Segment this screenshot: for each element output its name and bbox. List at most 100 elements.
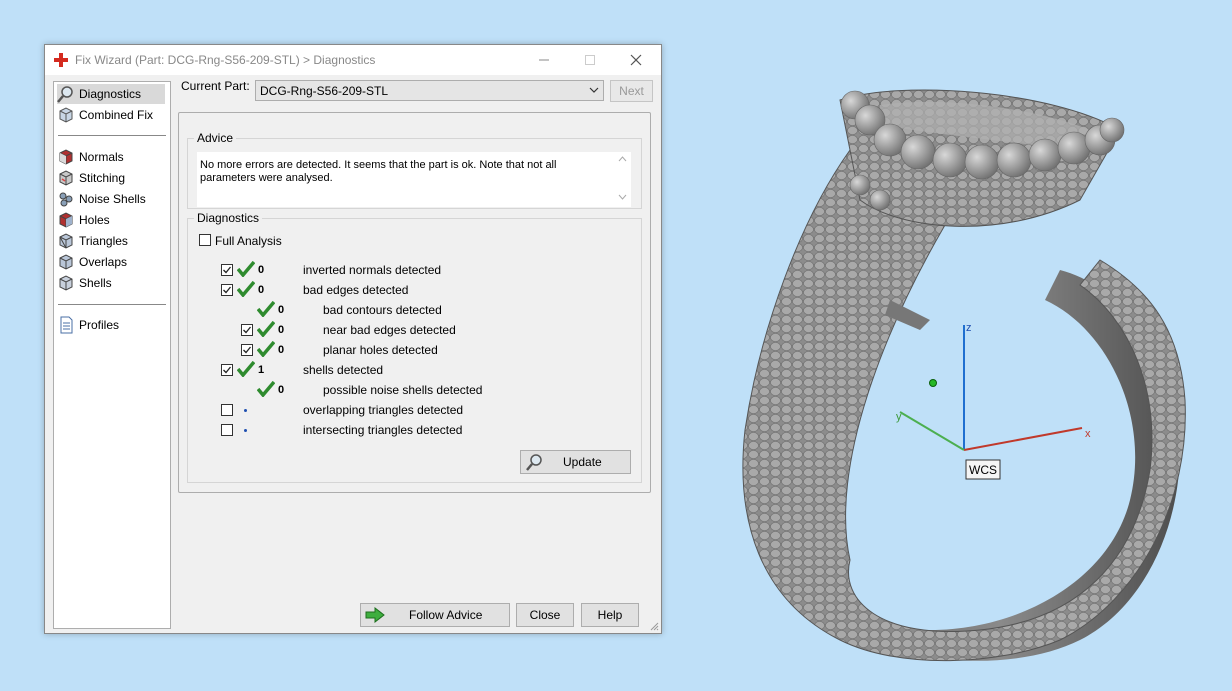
- close-window-button[interactable]: [613, 45, 659, 75]
- advice-scrollbar[interactable]: [614, 152, 631, 204]
- next-button[interactable]: Next: [610, 80, 653, 102]
- inverted-normals-checkbox[interactable]: [221, 264, 233, 276]
- maximize-button[interactable]: [567, 45, 613, 75]
- green-check-icon: [237, 261, 255, 277]
- update-label: Update: [563, 455, 602, 469]
- sidebar-item-normals[interactable]: Normals: [57, 147, 165, 167]
- wizard-sidebar: Diagnostics Combined Fix Normals Stitchi…: [53, 81, 171, 629]
- advice-group: Advice No more errors are detected. It s…: [187, 131, 642, 209]
- axis-x-label: x: [1085, 428, 1091, 440]
- sidebar-item-label: Shells: [79, 276, 112, 290]
- noise-shells-icon: [59, 192, 73, 207]
- checkmark-icon: [223, 286, 232, 294]
- shells-checkbox[interactable]: [221, 364, 233, 376]
- triangles-cube-icon: [59, 233, 73, 249]
- diag-label: planar holes detected: [323, 343, 438, 357]
- sidebar-item-label: Overlaps: [79, 255, 128, 269]
- sidebar-item-diagnostics[interactable]: Diagnostics: [57, 84, 165, 104]
- sidebar-item-shells[interactable]: Shells: [57, 273, 165, 293]
- minimize-icon: [539, 59, 549, 61]
- diag-label: bad contours detected: [323, 303, 442, 317]
- sidebar-item-holes[interactable]: Holes: [57, 210, 165, 230]
- green-arrow-icon: [365, 607, 385, 623]
- sidebar-item-noise-shells[interactable]: Noise Shells: [57, 189, 165, 209]
- current-part-select[interactable]: DCG-Rng-S56-209-STL: [255, 80, 604, 101]
- follow-advice-button[interactable]: Follow Advice: [360, 603, 510, 627]
- magnifier-icon: [526, 454, 542, 471]
- dialog-title: Fix Wizard (Part: DCG-Rng-S56-209-STL) >…: [75, 53, 376, 67]
- origin-marker: [929, 379, 937, 387]
- sidebar-item-label: Diagnostics: [79, 87, 142, 101]
- checkmark-icon: [243, 346, 252, 354]
- full-analysis-label: Full Analysis: [215, 234, 282, 248]
- checkmark-icon: [223, 366, 232, 374]
- bad-edges-checkbox[interactable]: [221, 284, 233, 296]
- sidebar-item-label: Normals: [79, 150, 124, 164]
- title-bar[interactable]: Fix Wizard (Part: DCG-Rng-S56-209-STL) >…: [45, 45, 661, 75]
- diag-count: 0: [258, 264, 265, 276]
- minimize-button[interactable]: [521, 45, 567, 75]
- axis-z-label: z: [966, 322, 972, 334]
- chevron-down-icon: [589, 87, 599, 93]
- green-check-icon: [257, 381, 275, 397]
- close-icon: [630, 54, 642, 66]
- profiles-document-icon: [60, 316, 73, 334]
- current-part-label: Current Part:: [181, 79, 250, 93]
- fix-wizard-dialog: Fix Wizard (Part: DCG-Rng-S56-209-STL) >…: [44, 44, 662, 634]
- diagnostics-title: Diagnostics: [194, 211, 263, 225]
- advice-title: Advice: [194, 131, 237, 145]
- current-part-value: DCG-Rng-S56-209-STL: [260, 84, 389, 98]
- resize-grip-icon[interactable]: [649, 621, 659, 631]
- green-check-icon: [257, 301, 275, 317]
- sidebar-item-profiles[interactable]: Profiles: [57, 315, 165, 335]
- wcs-axes: [899, 325, 1083, 451]
- green-check-icon: [257, 341, 275, 357]
- green-check-icon: [237, 361, 255, 377]
- green-check-icon: [237, 281, 255, 297]
- sidebar-item-overlaps[interactable]: Overlaps: [57, 252, 165, 272]
- close-button[interactable]: Close: [516, 603, 574, 627]
- diag-count: 0: [278, 304, 285, 316]
- advice-text: No more errors are detected. It seems th…: [200, 159, 557, 184]
- near-bad-edges-checkbox[interactable]: [241, 324, 253, 336]
- diag-label: possible noise shells detected: [323, 383, 483, 397]
- overlaps-cube-icon: [59, 254, 73, 270]
- diagnostics-panel: Advice No more errors are detected. It s…: [178, 112, 651, 493]
- sidebar-item-triangles[interactable]: Triangles: [57, 231, 165, 251]
- stitching-cube-icon: [59, 170, 73, 186]
- full-analysis-checkbox[interactable]: [199, 234, 211, 246]
- shells-cube-icon: [59, 275, 73, 291]
- diag-count: 0: [278, 324, 285, 336]
- help-button[interactable]: Help: [581, 603, 639, 627]
- not-run-dot-icon: [244, 429, 247, 432]
- update-button[interactable]: Update: [520, 450, 631, 474]
- sidebar-item-combined-fix[interactable]: Combined Fix: [57, 105, 165, 125]
- normals-cube-icon: [59, 149, 73, 165]
- sidebar-item-label: Triangles: [79, 234, 128, 248]
- diag-count: 0: [278, 344, 285, 356]
- diag-label: shells detected: [303, 363, 384, 377]
- checkmark-icon: [223, 266, 232, 274]
- planar-holes-checkbox[interactable]: [241, 344, 253, 356]
- green-check-icon: [257, 321, 275, 337]
- holes-cube-icon: [59, 212, 73, 228]
- sidebar-divider: [58, 135, 166, 136]
- maximize-icon: [585, 55, 595, 65]
- diag-count: 0: [278, 384, 285, 396]
- overlapping-triangles-checkbox[interactable]: [221, 404, 233, 416]
- sidebar-item-label: Stitching: [79, 171, 126, 185]
- diag-count: 1: [258, 364, 265, 376]
- intersecting-triangles-checkbox[interactable]: [221, 424, 233, 436]
- diag-label: overlapping triangles detected: [303, 403, 464, 417]
- sidebar-item-label: Combined Fix: [79, 108, 154, 122]
- diag-label: intersecting triangles detected: [303, 423, 463, 437]
- wcs-label: WCS: [969, 463, 997, 477]
- magnifier-icon: [57, 86, 73, 103]
- red-cross-icon: [54, 53, 68, 67]
- diag-label: near bad edges detected: [323, 323, 456, 337]
- follow-advice-label: Follow Advice: [409, 608, 483, 622]
- diag-count: 0: [258, 284, 265, 296]
- diag-label: inverted normals detected: [303, 263, 442, 277]
- sidebar-item-stitching[interactable]: Stitching: [57, 168, 165, 188]
- checkmark-icon: [243, 326, 252, 334]
